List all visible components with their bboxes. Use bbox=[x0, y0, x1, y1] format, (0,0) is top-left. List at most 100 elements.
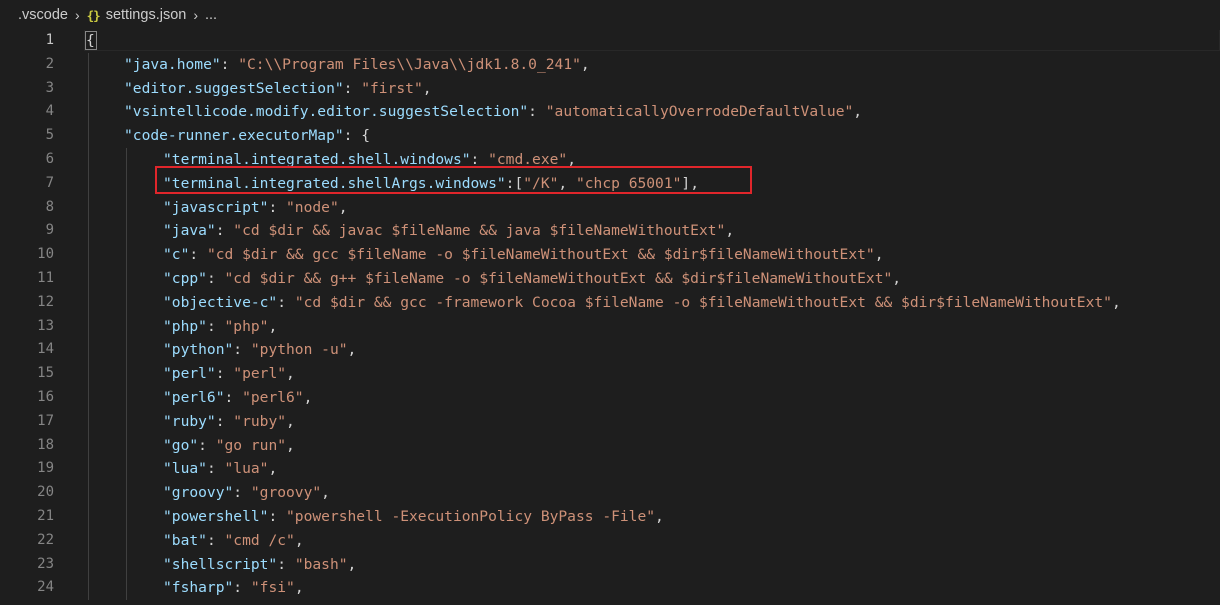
code-line[interactable]: 24 "fsharp": "fsi", bbox=[0, 576, 1220, 601]
indent-guide bbox=[88, 148, 89, 172]
code-text: "powershell": "powershell -ExecutionPoli… bbox=[163, 505, 664, 529]
code-line[interactable]: 4 "vsintellicode.modify.editor.suggestSel… bbox=[0, 100, 1220, 125]
code-line[interactable]: 11 "cpp": "cd $dir && g++ $fileName -o $f… bbox=[0, 267, 1220, 291]
code-text: "shellscript": "bash", bbox=[163, 553, 356, 577]
line-number: 22 bbox=[37, 531, 54, 548]
code-line[interactable]: 21 "powershell": "powershell -ExecutionPo… bbox=[0, 505, 1220, 529]
code-line[interactable]: 20 "groovy": "groovy", bbox=[0, 481, 1220, 505]
json-punctuation: : bbox=[206, 270, 225, 287]
indent-guide bbox=[88, 362, 89, 386]
json-punctuation: : bbox=[220, 55, 239, 73]
code-line[interactable]: 10 "c": "cd $dir && gcc $fileName -o $fil… bbox=[0, 243, 1220, 267]
chevron-right-icon: › bbox=[193, 7, 198, 23]
code-line[interactable]: 3 "editor.suggestSelection": "first", bbox=[0, 76, 1220, 101]
code-line[interactable]: 22 "bat": "cmd /c", bbox=[0, 528, 1220, 553]
indent-guide bbox=[88, 243, 89, 267]
code-line[interactable]: 15 "perl": "perl", bbox=[0, 362, 1220, 386]
json-string: "cd $dir && g++ $fileName -o $fileNameWi… bbox=[224, 270, 893, 287]
json-string: "lua" bbox=[224, 460, 269, 478]
json-string: "powershell -ExecutionPolicy ByPass -Fil… bbox=[286, 508, 656, 525]
json-string: "fsi" bbox=[250, 579, 295, 597]
code-text: "vsintellicode.modify.editor.suggestSele… bbox=[124, 100, 862, 124]
code-text: "perl6": "perl6", bbox=[163, 386, 312, 410]
code-editor[interactable]: 1{2 "java.home": "C:\\Program Files\\Java… bbox=[0, 30, 1220, 605]
code-text: "perl": "perl", bbox=[163, 362, 295, 386]
json-string: "node" bbox=[286, 198, 339, 216]
json-string: "groovy" bbox=[250, 484, 322, 502]
code-line[interactable]: 2 "java.home": "C:\\Program Files\\Java\\… bbox=[0, 52, 1220, 77]
code-line[interactable]: 19 "lua": "lua", bbox=[0, 457, 1220, 482]
indent-guide bbox=[88, 100, 89, 125]
code-line[interactable]: 14 "python": "python -u", bbox=[0, 338, 1220, 363]
breadcrumb: .vscode › {} settings.json › ... bbox=[0, 0, 1220, 30]
json-key: "editor.suggestSelection" bbox=[124, 79, 344, 97]
line-number: 11 bbox=[37, 270, 54, 286]
indent-guide bbox=[126, 267, 127, 291]
code-text: "objective-c": "cd $dir && gcc -framewor… bbox=[163, 291, 1121, 315]
indent-guide bbox=[88, 124, 89, 148]
json-punctuation: , bbox=[422, 79, 432, 97]
indent-guide bbox=[126, 481, 127, 505]
code-line[interactable]: 16 "perl6": "perl6", bbox=[0, 386, 1220, 410]
code-line[interactable]: 12 "objective-c": "cd $dir && gcc -framew… bbox=[0, 290, 1220, 315]
json-punctuation: : bbox=[233, 341, 251, 359]
json-key: "c" bbox=[163, 246, 190, 264]
line-number: 23 bbox=[37, 555, 54, 572]
json-punctuation: : bbox=[528, 103, 546, 121]
json-punctuation: : bbox=[215, 365, 234, 383]
breadcrumb-file-label: settings.json bbox=[105, 7, 187, 23]
breadcrumb-file[interactable]: {} settings.json bbox=[87, 7, 187, 23]
indent-guide bbox=[126, 338, 127, 363]
code-text: "ruby": "ruby", bbox=[163, 410, 295, 434]
line-number: 17 bbox=[37, 412, 54, 429]
code-line[interactable]: 8 "javascript": "node", bbox=[0, 195, 1220, 220]
json-string: "cmd /c" bbox=[224, 531, 295, 549]
indent-guide bbox=[88, 52, 89, 77]
json-key: "powershell" bbox=[163, 508, 269, 525]
json-punctuation: , bbox=[286, 412, 295, 430]
indent-guide bbox=[88, 433, 89, 458]
line-number: 13 bbox=[37, 317, 54, 334]
line-number: 15 bbox=[37, 365, 54, 382]
json-punctuation: : bbox=[198, 436, 216, 454]
json-punctuation: : bbox=[215, 412, 234, 430]
code-line[interactable]: 1{ bbox=[0, 30, 1220, 53]
json-punctuation: : bbox=[277, 293, 295, 311]
indent-guide bbox=[88, 267, 89, 291]
code-line[interactable]: 9 "java": "cd $dir && javac $fileName && … bbox=[0, 219, 1220, 244]
indent-guide bbox=[126, 290, 127, 315]
annotation-highlight-box bbox=[155, 166, 752, 194]
indent-guide bbox=[88, 290, 89, 315]
indent-guide bbox=[88, 219, 89, 244]
indent-guide bbox=[88, 195, 89, 220]
json-key: "java.home" bbox=[124, 55, 221, 73]
vscode-window: .vscode › {} settings.json › ... 1{2 "jav… bbox=[0, 0, 1220, 605]
chevron-right-icon: › bbox=[74, 7, 80, 23]
json-punctuation: : bbox=[224, 389, 243, 406]
line-number: 19 bbox=[37, 460, 54, 477]
json-string: "perl6" bbox=[242, 389, 304, 406]
json-key: "fsharp" bbox=[163, 579, 234, 597]
indent-guide bbox=[88, 505, 89, 529]
json-punctuation: : bbox=[206, 531, 225, 549]
code-line[interactable]: 23 "shellscript": "bash", bbox=[0, 552, 1220, 577]
json-punctuation: , bbox=[303, 389, 313, 406]
code-line[interactable]: 18 "go": "go run", bbox=[0, 433, 1220, 458]
indent-guide bbox=[88, 338, 89, 363]
code-line[interactable]: 13 "php": "php", bbox=[0, 314, 1220, 339]
json-punctuation: , bbox=[347, 341, 357, 359]
line-number: 12 bbox=[37, 293, 54, 310]
code-line[interactable]: 17 "ruby": "ruby", bbox=[0, 409, 1220, 434]
code-line[interactable]: 5 "code-runner.executorMap": { bbox=[0, 124, 1220, 148]
indent-guide bbox=[88, 171, 89, 196]
json-punctuation: : bbox=[233, 579, 251, 597]
indent-guide bbox=[88, 576, 89, 601]
line-number: 1 bbox=[45, 32, 54, 48]
json-punctuation: , bbox=[268, 460, 278, 478]
line-number: 21 bbox=[37, 508, 54, 524]
code-text: "javascript": "node", bbox=[163, 196, 348, 220]
breadcrumb-more[interactable]: ... bbox=[205, 7, 217, 23]
breadcrumb-folder[interactable]: .vscode bbox=[18, 7, 68, 23]
json-braces-icon: {} bbox=[86, 7, 101, 23]
json-punctuation: : bbox=[277, 555, 295, 573]
